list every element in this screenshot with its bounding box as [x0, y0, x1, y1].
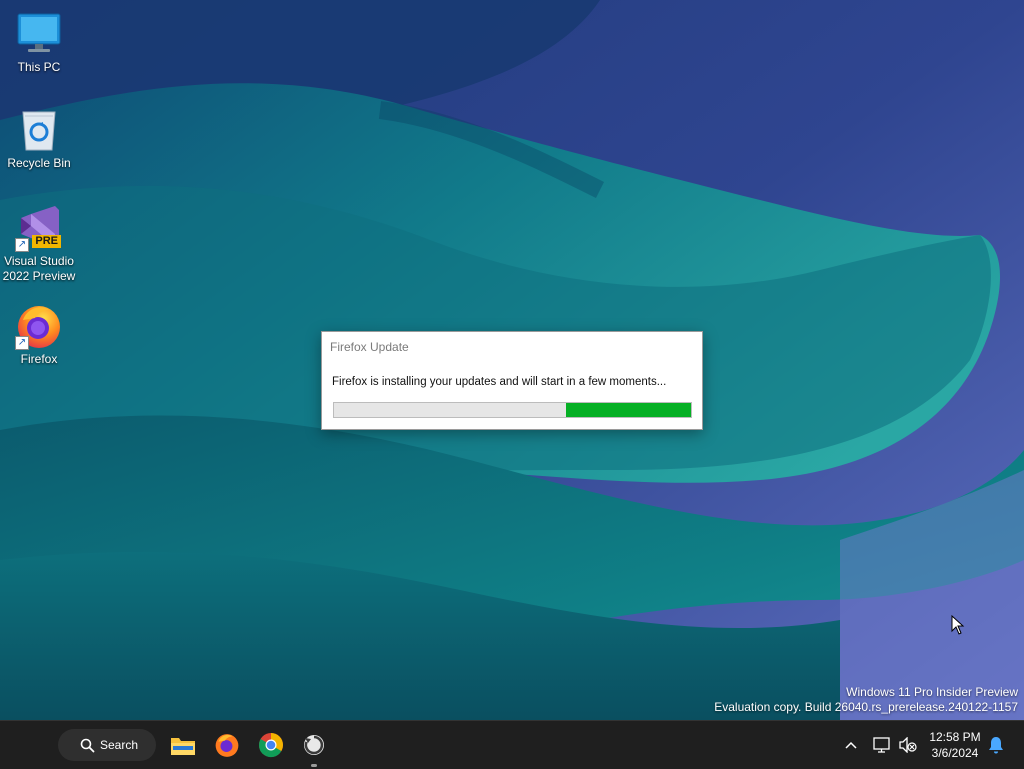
visual-studio-icon: ↗ PRE — [15, 204, 63, 252]
firefox-icon — [215, 734, 239, 757]
desktop-icon-label: Visual Studio 2022 Preview — [2, 254, 76, 283]
progress-fill — [566, 403, 691, 417]
shortcut-arrow-icon: ↗ — [15, 336, 29, 350]
monitor-icon — [15, 10, 63, 58]
pre-badge: PRE — [32, 235, 61, 248]
dialog-message: Firefox is installing your updates and w… — [332, 376, 667, 388]
search-icon — [80, 738, 95, 753]
volume-muted-icon — [899, 737, 917, 753]
desktop-icon-label: Recycle Bin — [7, 156, 71, 170]
taskbar-app-chrome[interactable] — [255, 729, 287, 761]
desktop-icon-visual-studio[interactable]: ↗ PRE Visual Studio 2022 Preview — [0, 204, 78, 284]
chrome-icon — [258, 733, 283, 758]
watermark-edition: Windows 11 Pro Insider Preview — [846, 685, 1018, 699]
mouse-cursor-icon — [951, 614, 965, 640]
clock-date: 3/6/2024 — [931, 746, 979, 760]
desktop-icon-recycle-bin[interactable]: Recycle Bin — [0, 106, 78, 171]
show-hidden-icons-button[interactable] — [841, 735, 861, 755]
taskbar-search-box[interactable]: Search — [58, 729, 156, 761]
network-status-button[interactable] — [872, 735, 892, 755]
taskbar-app-firefox[interactable] — [211, 729, 243, 761]
network-icon — [873, 737, 890, 753]
watermark-build: Evaluation copy. Build 26040.rs_prerelea… — [714, 700, 1018, 714]
notification-center-button[interactable] — [986, 735, 1006, 755]
dialog-title: Firefox Update — [330, 340, 409, 354]
desktop-icon-label: Firefox — [20, 352, 58, 366]
clock-time: 12:58 PM — [929, 730, 981, 744]
taskbar-app-file-explorer[interactable] — [167, 729, 199, 761]
windows-watermark: Windows 11 Pro Insider Preview Evaluatio… — [714, 685, 1018, 715]
desktop-icon-label: This PC — [17, 60, 61, 74]
chevron-up-icon — [845, 741, 857, 749]
firefox-icon: ↗ — [15, 302, 63, 350]
taskbar-app-updater[interactable] — [298, 729, 330, 767]
update-progress-bar — [333, 402, 692, 418]
recycle-bin-icon — [15, 106, 63, 154]
desktop-icon-this-pc[interactable]: This PC — [0, 10, 78, 75]
updater-icon — [304, 735, 324, 755]
firefox-update-dialog[interactable]: Firefox Update Firefox is installing you… — [321, 331, 703, 430]
desktop-icon-firefox[interactable]: ↗ Firefox — [0, 302, 78, 367]
taskbar: Search 12:58 PM 3/6/2024 — [0, 720, 1024, 769]
notification-bell-icon — [989, 737, 1003, 754]
taskbar-clock[interactable]: 12:58 PM 3/6/2024 — [922, 729, 988, 761]
shortcut-arrow-icon: ↗ — [15, 238, 29, 252]
search-label: Search — [100, 738, 139, 752]
folder-icon — [171, 738, 195, 755]
volume-button[interactable] — [898, 735, 918, 755]
